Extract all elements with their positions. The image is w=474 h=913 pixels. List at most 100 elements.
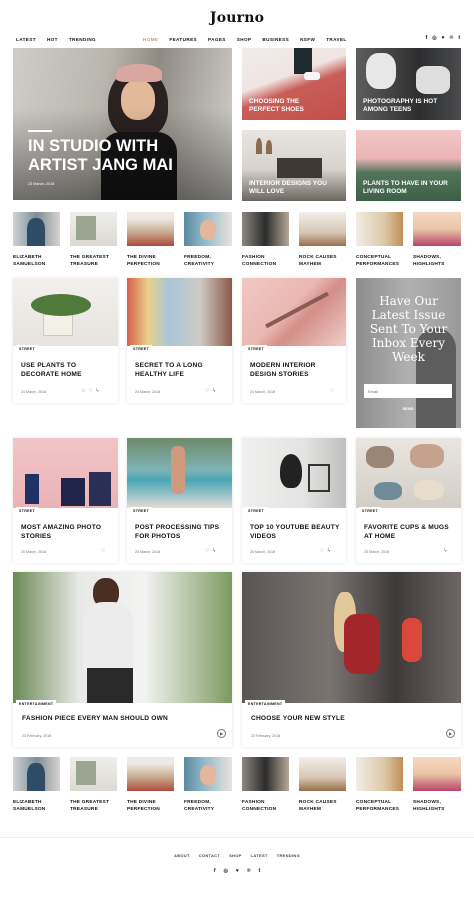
thumb-6-title[interactable]: ROCK CAUSES MAYHEM [299, 255, 349, 268]
facebook-icon[interactable]: f [214, 868, 216, 874]
nav-nsfw[interactable]: NSFW [300, 37, 315, 42]
bolt-icon[interactable]: ϟ [96, 388, 99, 394]
thumb-4-image[interactable] [184, 212, 232, 246]
thumb-8-image[interactable] [413, 212, 461, 246]
hero-title[interactable]: IN STUDIO WITH ARTIST JANG MAI [28, 137, 218, 175]
card-plants-title[interactable]: USE PLANTS TO DECORATE HOME [21, 362, 113, 379]
card-healthy-tag[interactable]: STREET [130, 345, 152, 352]
nav-shop[interactable]: SHOP [237, 37, 252, 42]
nav-travel[interactable]: TRAVEL [326, 37, 346, 42]
instagram-icon[interactable]: ◎ [223, 868, 227, 874]
thumb-b4-title[interactable]: FREEDOM, CREATIVITY [184, 800, 234, 813]
footer-contact-link[interactable]: CONTACT [199, 853, 220, 858]
thumb-3-title[interactable]: THE DIVINE PERFECTION [127, 255, 177, 268]
card-youtube-title[interactable]: TOP 10 YOUTUBE BEAUTY VIDEOS [250, 524, 342, 541]
like-icon[interactable]: ♡ [205, 548, 209, 554]
tumblr-icon[interactable]: t [458, 35, 460, 41]
thumb-5-image[interactable] [242, 212, 289, 246]
thumb-7-title[interactable]: CONCEPTUAL PERFORMANCES [356, 255, 410, 268]
thumb-5-title[interactable]: FASHION CONNECTION [242, 255, 290, 268]
nav-latest[interactable]: LATEST [16, 37, 36, 42]
nav-home[interactable]: HOME [143, 37, 158, 42]
tile-plants-title[interactable]: PLANTS TO HAVE IN YOUR LIVING ROOM [363, 180, 453, 196]
thumb-1-image[interactable] [13, 212, 60, 246]
thumb-b8-image[interactable] [413, 757, 461, 791]
card-healthy-title[interactable]: SECRET TO A LONG HEALTHY LIFE [135, 362, 230, 379]
big-card-fashion-title[interactable]: FASHION PIECE EVERY MAN SHOULD OWN [22, 715, 222, 724]
hero-image[interactable] [13, 48, 232, 200]
card-healthy[interactable]: STREET SECRET TO A LONG HEALTHY LIFE 24 … [127, 278, 232, 403]
footer-shop-link[interactable]: SHOP [229, 853, 242, 858]
card-interior-tag[interactable]: STREET [245, 345, 267, 352]
thumb-b5-title[interactable]: FASHION CONNECTION [242, 800, 290, 813]
like-icon[interactable]: ♡ [205, 388, 209, 394]
thumb-b1-image[interactable] [13, 757, 60, 791]
card-plants-tag[interactable]: STREET [16, 345, 38, 352]
nav-business[interactable]: BUSINESS [262, 37, 289, 42]
card-post-processing[interactable]: STREET POST PROCESSING TIPS FOR PHOTOS 2… [127, 438, 232, 563]
like-icon[interactable]: ♡ [88, 388, 92, 394]
nav-features[interactable]: FEATURES [169, 37, 197, 42]
footer-latest-link[interactable]: LATEST [251, 853, 268, 858]
twitter-icon[interactable]: ♥ [442, 35, 445, 41]
thumb-4-title[interactable]: FREEDOM, CREATIVITY [184, 255, 234, 268]
play-icon[interactable]: ▶ [446, 729, 455, 738]
card-photo-stories-title[interactable]: MOST AMAZING PHOTO STORIES [21, 524, 113, 541]
tile-photography-title[interactable]: PHOTOGRAPHY IS HOT AMONG TEENS [363, 98, 458, 114]
card-youtube[interactable]: STREET TOP 10 YOUTUBE BEAUTY VIDEOS 25 M… [242, 438, 346, 563]
big-card-style[interactable]: ENTERTAINMENT CHOOSE YOUR NEW STYLE 23 F… [242, 572, 461, 747]
like-icon[interactable]: ♡ [101, 548, 105, 554]
bolt-icon[interactable]: ϟ [327, 548, 330, 554]
thumb-b7-title[interactable]: CONCEPTUAL PERFORMANCES [356, 800, 410, 813]
instagram-icon[interactable]: ◎ [432, 35, 436, 41]
card-plants[interactable]: STREET USE PLANTS TO DECORATE HOME 24 Ma… [13, 278, 118, 403]
tile-interior-title[interactable]: INTERIOR DESIGNS YOU WILL LOVE [249, 180, 339, 196]
thumb-b3-image[interactable] [127, 757, 174, 791]
card-interior[interactable]: STREET MODERN INTERIOR DESIGN STORIES 24… [242, 278, 346, 403]
big-card-fashion-tag[interactable]: ENTERTAINMENT [16, 700, 57, 707]
thumb-b7-image[interactable] [356, 757, 403, 791]
footer-about-link[interactable]: ABOUT [174, 853, 190, 858]
pinterest-icon[interactable]: ℗ [247, 868, 251, 874]
thumb-b6-image[interactable] [299, 757, 346, 791]
card-interior-title[interactable]: MODERN INTERIOR DESIGN STORIES [250, 362, 342, 379]
bolt-icon[interactable]: ϟ [444, 548, 447, 554]
like-icon[interactable]: ♡ [320, 548, 324, 554]
nav-pages[interactable]: PAGES [208, 37, 226, 42]
thumb-b3-title[interactable]: THE DIVINE PERFECTION [127, 800, 177, 813]
facebook-icon[interactable]: f [426, 35, 428, 41]
bolt-icon[interactable]: ϟ [212, 388, 215, 394]
play-icon[interactable]: ▶ [217, 729, 226, 738]
thumb-b2-title[interactable]: THE GREATEST TREASURE [70, 800, 120, 813]
thumb-b8-title[interactable]: SHADOWS, HIGHLIGHTS [413, 800, 463, 813]
big-card-style-tag[interactable]: ENTERTAINMENT [245, 700, 286, 707]
card-cups[interactable]: STREET FAVORITE CUPS & MUGS AT HOME 25 M… [356, 438, 461, 563]
card-cups-title[interactable]: FAVORITE CUPS & MUGS AT HOME [364, 524, 459, 541]
card-cups-tag[interactable]: STREET [359, 507, 381, 514]
thumb-2-image[interactable] [70, 212, 117, 246]
twitter-icon[interactable]: ♥ [236, 868, 239, 874]
card-photo-stories-tag[interactable]: STREET [16, 507, 38, 514]
thumb-b1-title[interactable]: ELIZABETH SAMUELSON [13, 800, 61, 813]
footer-trending-link[interactable]: TRENDING [277, 853, 300, 858]
thumb-b4-image[interactable] [184, 757, 232, 791]
thumb-6-image[interactable] [299, 212, 346, 246]
newsletter-send-button[interactable]: SEND [364, 406, 452, 411]
thumb-b6-title[interactable]: ROCK CAUSES MAYHEM [299, 800, 349, 813]
big-card-fashion[interactable]: ENTERTAINMENT FASHION PIECE EVERY MAN SH… [13, 572, 232, 747]
thumb-b2-image[interactable] [70, 757, 117, 791]
card-post-processing-tag[interactable]: STREET [130, 507, 152, 514]
thumb-8-title[interactable]: SHADOWS, HIGHLIGHTS [413, 255, 463, 268]
thumb-1-title[interactable]: ELIZABETH SAMUELSON [13, 255, 61, 268]
thumb-b5-image[interactable] [242, 757, 289, 791]
pinterest-icon[interactable]: ℗ [450, 35, 454, 41]
thumb-2-title[interactable]: THE GREATEST TREASURE [70, 255, 120, 268]
tumblr-icon[interactable]: t [259, 868, 261, 874]
site-logo[interactable]: Journo [0, 10, 474, 26]
tile-shoes-title[interactable]: CHOOSING THE PERFECT SHOES [249, 98, 329, 114]
nav-trending[interactable]: TRENDING [69, 37, 96, 42]
card-post-processing-title[interactable]: POST PROCESSING TIPS FOR PHOTOS [135, 524, 230, 541]
nav-hot[interactable]: HOT [47, 37, 58, 42]
card-youtube-tag[interactable]: STREET [245, 507, 267, 514]
like-icon[interactable]: ♡ [330, 388, 334, 394]
